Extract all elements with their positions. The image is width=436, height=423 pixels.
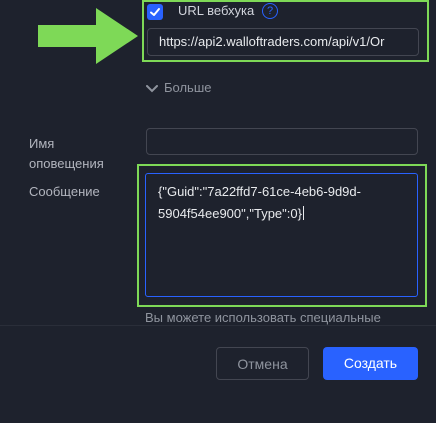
footer-divider	[0, 325, 436, 326]
message-label: Сообщение	[29, 184, 100, 199]
cancel-button[interactable]: Отмена	[216, 347, 309, 380]
message-text: {"Guid":"7a22ffd7-61ce-4eb6-9d9d- 5904f5…	[158, 184, 361, 221]
message-textarea[interactable]: {"Guid":"7a22ffd7-61ce-4eb6-9d9d- 5904f5…	[145, 173, 418, 297]
chevron-down-icon	[146, 84, 158, 92]
checkmark-icon	[150, 8, 160, 16]
more-toggle[interactable]: Больше	[146, 80, 212, 95]
webhook-url-input[interactable]: https://api2.walloftraders.com/api/v1/Or	[147, 28, 419, 56]
help-icon[interactable]: ?	[262, 3, 278, 19]
green-arrow-annotation	[38, 8, 138, 64]
alert-name-input[interactable]	[146, 128, 418, 155]
text-caret	[302, 206, 304, 220]
create-button[interactable]: Создать	[323, 347, 418, 380]
alert-name-label: Имя оповещения	[29, 136, 104, 171]
placeholder-hint: Вы можете использовать специальные	[145, 310, 381, 325]
webhook-checkbox[interactable]	[147, 4, 163, 20]
more-label: Больше	[164, 80, 212, 95]
webhook-label: URL вебхука	[178, 3, 255, 18]
